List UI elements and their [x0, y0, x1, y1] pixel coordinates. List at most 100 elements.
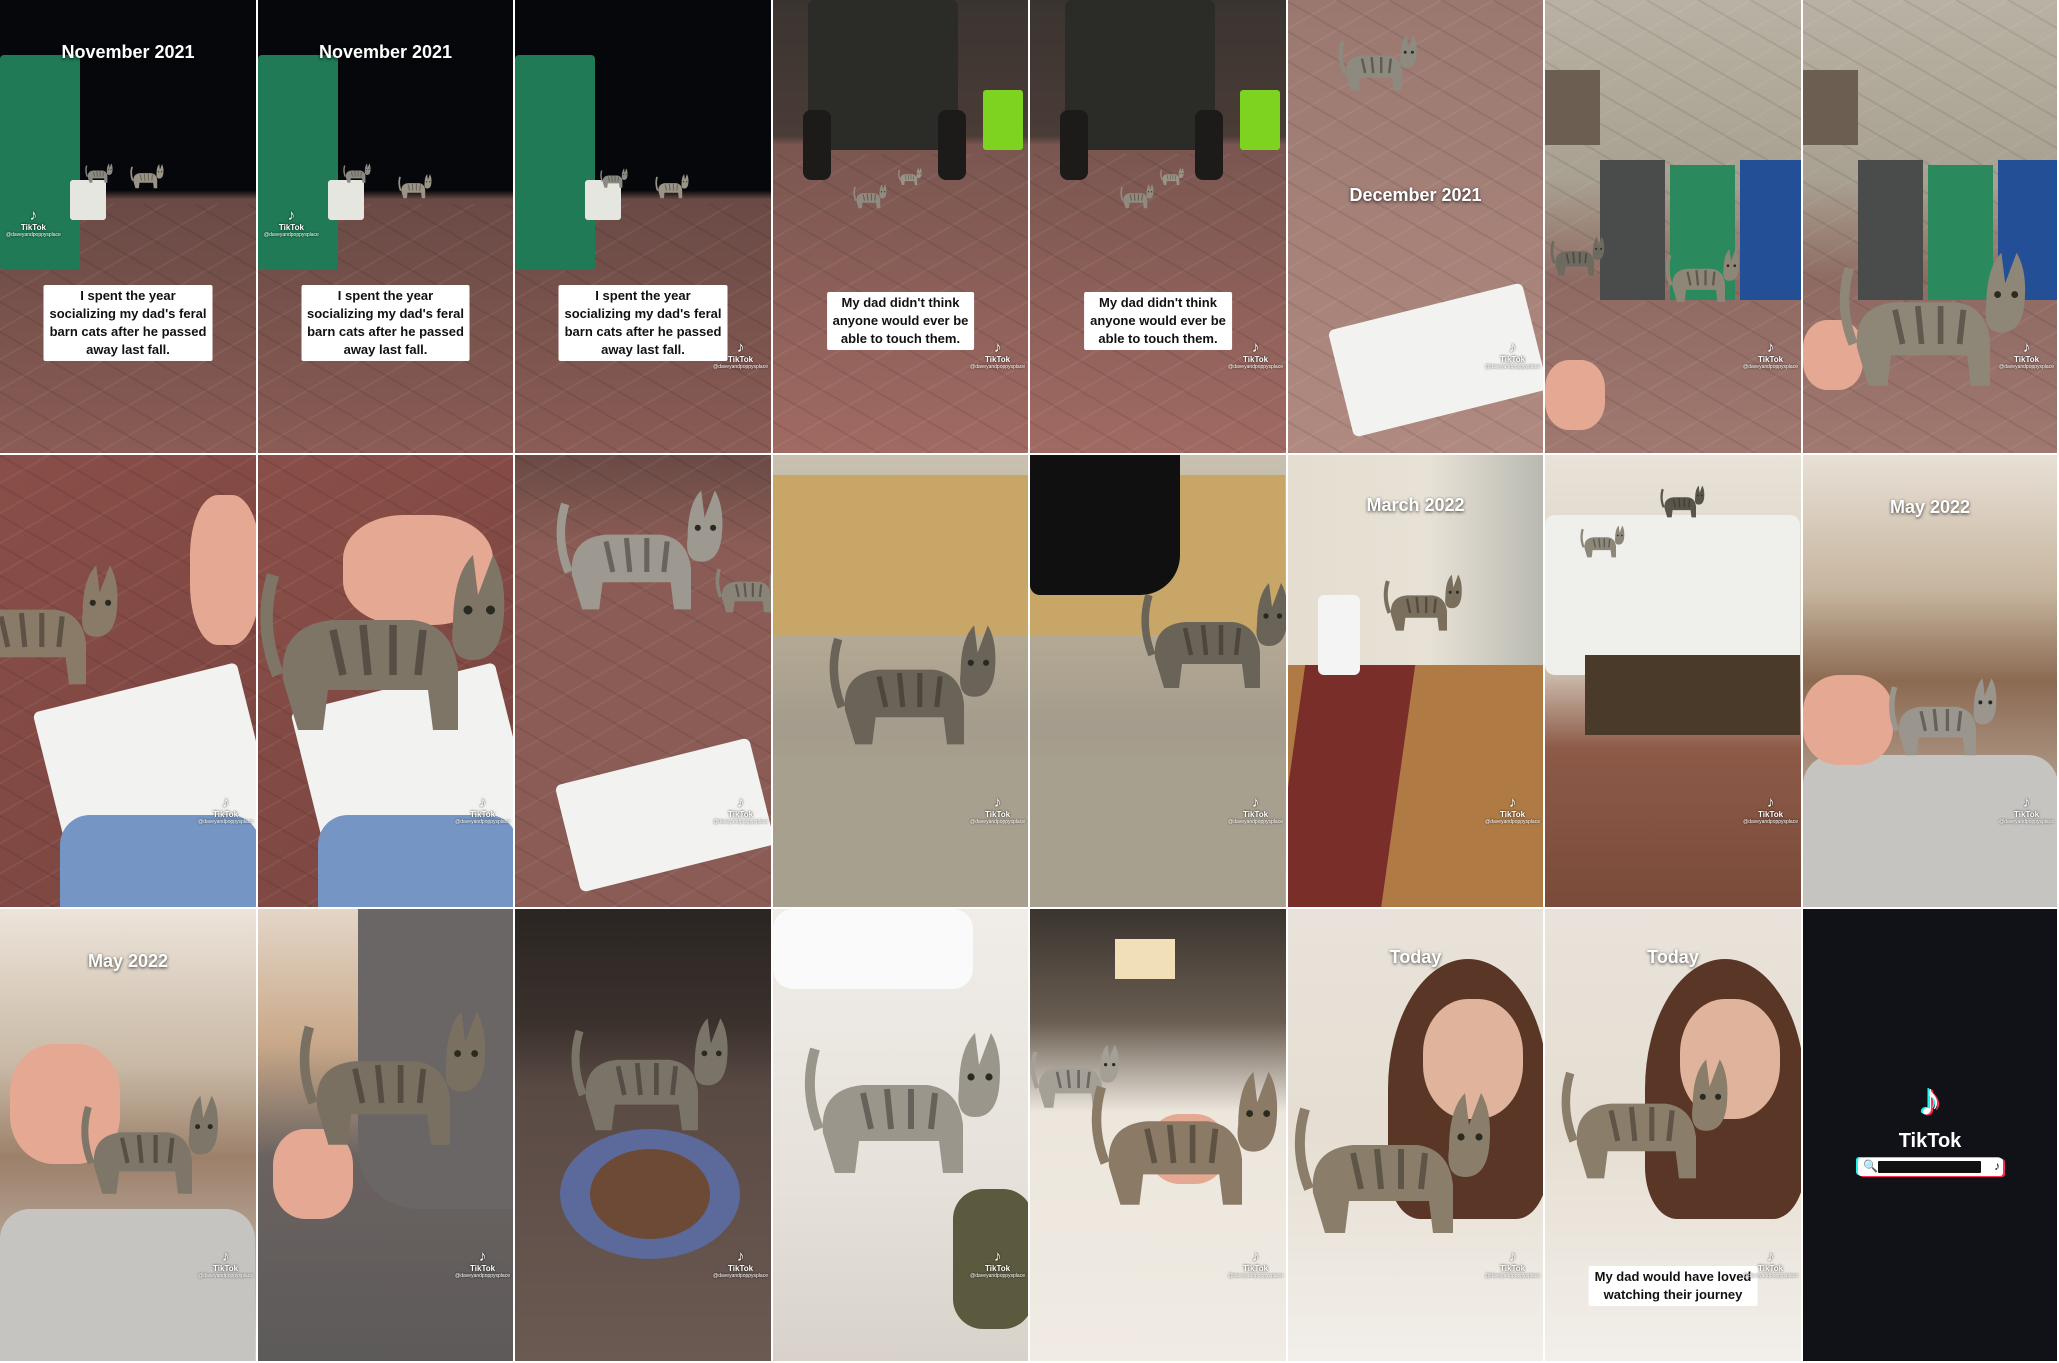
trash-bin	[515, 55, 595, 270]
tiktok-note-icon: ♪	[1994, 1159, 2000, 1173]
tabby-cat	[1838, 230, 2028, 401]
tiktok-wordmark: TikTok	[1243, 810, 1269, 819]
tiktok-watermark: ♪ TikTok @daveyandpoppysplace	[970, 795, 1025, 825]
hand	[1545, 360, 1605, 430]
tiktok-wordmark: TikTok	[1758, 1264, 1784, 1273]
photo-scene	[1288, 455, 1543, 907]
video-frame-5: My dad didn't think anyone would ever be a…	[1030, 0, 1286, 453]
caption-line: socializing my dad's feral	[564, 306, 722, 321]
tiktok-wordmark: TikTok	[728, 355, 754, 364]
tiktok-end-card: ♪ TikTok 🔍 ♪	[1803, 909, 2057, 1361]
tiktok-wordmark: TikTok	[213, 810, 239, 819]
creator-handle: @daveyandpoppysplace	[1743, 364, 1798, 370]
gray-blanket	[0, 1209, 255, 1361]
tiktok-wordmark: TikTok	[1243, 355, 1269, 364]
tiktok-watermark: ♪ TikTok @daveyandpoppysplace	[970, 1249, 1025, 1279]
tabby-cat	[803, 1009, 1003, 1189]
tiktok-wordmark: TikTok	[985, 355, 1011, 364]
caption-line: barn cats after he passed	[307, 324, 464, 339]
date-label: May 2022	[1889, 497, 1971, 517]
tiktok-wordmark: TikTok	[1500, 810, 1526, 819]
tabby-cat	[258, 525, 508, 750]
tiktok-wordmark: TikTok	[470, 1264, 496, 1273]
creator-handle: @daveyandpoppysplace	[1485, 364, 1540, 370]
video-frame-22: Today ♪ TikTok @daveyandpoppysplace	[1288, 909, 1543, 1361]
caption-line: barn cats after he passed	[49, 324, 207, 339]
video-frame-19: ♪ TikTok @daveyandpoppysplace	[515, 909, 771, 1361]
tiktok-note-icon: ♪	[993, 339, 1002, 356]
caption-line: socializing my dad's feral	[49, 306, 207, 321]
tiktok-watermark: ♪ TikTok @daveyandpoppysplace	[713, 1249, 768, 1279]
jeans	[318, 815, 513, 907]
contact-sheet-grid: November 2021 I spent the year socializing…	[0, 0, 2059, 1363]
tabby-cat	[828, 605, 998, 758]
white-pillow	[773, 909, 973, 989]
vehicle-wheel	[1060, 110, 1088, 180]
tiktok-note-icon: ♪	[736, 339, 745, 356]
tiktok-watermark: ♪ TikTok @daveyandpoppysplace	[264, 208, 319, 238]
tabby-cat	[1560, 1039, 1730, 1192]
tiktok-search-bar: 🔍 ♪	[1858, 1158, 2003, 1176]
pet-feeder	[1318, 595, 1360, 675]
tiktok-watermark: ♪ TikTok @daveyandpoppysplace	[1485, 340, 1540, 370]
tiktok-note-icon: ♪	[993, 1248, 1002, 1265]
tiktok-wordmark: TikTok	[985, 810, 1011, 819]
tiktok-note-icon: ♪	[1508, 339, 1517, 356]
concrete-floor	[1030, 755, 1285, 907]
tiktok-watermark: ♪ TikTok @daveyandpoppysplace	[713, 795, 768, 825]
caption-line: away last fall.	[601, 342, 685, 357]
tiktok-note-icon: ♪	[1766, 1248, 1775, 1265]
tiktok-watermark: ♪ TikTok @daveyandpoppysplace	[1743, 340, 1798, 370]
tiktok-wordmark: TikTok	[470, 810, 496, 819]
caption-line: My dad would have loved	[1594, 1269, 1752, 1284]
creator-handle: @daveyandpoppysplace	[970, 1273, 1025, 1279]
photo-scene	[515, 0, 771, 453]
video-frame-16: May 2022 ♪ TikTok @daveyandpoppysplace	[1803, 455, 2057, 907]
tiktok-watermark: ♪ TikTok @daveyandpoppysplace	[1999, 795, 2054, 825]
tiktok-logo: ♪ TikTok	[1803, 1072, 2057, 1153]
tiktok-note-icon: ♪	[29, 207, 38, 224]
video-frame-13: ♪ TikTok @daveyandpoppysplace	[1030, 455, 1286, 907]
video-frame-14: March 2022 ♪ TikTok @daveyandpoppysplace	[1288, 455, 1543, 907]
creator-handle: @daveyandpoppysplace	[1485, 819, 1540, 825]
tiktok-note-icon: ♪	[2022, 339, 2031, 356]
creator-handle: @daveyandpoppysplace	[1228, 819, 1283, 825]
caption-line: able to touch them.	[840, 331, 961, 346]
tiktok-note-icon: ♪	[1251, 339, 1260, 356]
photo-scene	[1030, 0, 1286, 453]
caption-box: I spent the year socializing my dad's fer…	[301, 285, 470, 361]
date-label: November 2021	[61, 42, 195, 62]
tiktok-wordmark: TikTok	[278, 223, 304, 232]
hand	[1803, 675, 1893, 765]
video-frame-15: ♪ TikTok @daveyandpoppysplace	[1545, 455, 1801, 907]
video-frame-18: ♪ TikTok @daveyandpoppysplace	[258, 909, 513, 1361]
tiktok-note-icon: ♪	[1766, 794, 1775, 811]
tiktok-note-icon: ♪	[993, 794, 1002, 811]
creator-handle: @daveyandpoppysplace	[713, 1273, 768, 1279]
tabby-cat	[1660, 480, 1705, 521]
creator-handle: @daveyandpoppysplace	[455, 1273, 510, 1279]
tiktok-watermark: ♪ TikTok @daveyandpoppysplace	[455, 1249, 510, 1279]
tabby-cat	[1293, 1069, 1493, 1249]
tiktok-wordmark: TikTok	[1243, 1264, 1269, 1273]
wood-bench	[1585, 655, 1800, 735]
video-frame-11: ♪ TikTok @daveyandpoppysplace	[515, 455, 771, 907]
tabby-cat	[0, 545, 120, 698]
tiktok-wordmark: TikTok	[2014, 355, 2040, 364]
video-frame-17: May 2022 ♪ TikTok @daveyandpoppysplace	[0, 909, 256, 1361]
tiktok-note-icon: ♪	[736, 1248, 745, 1265]
tabby-cat	[1550, 230, 1605, 280]
tiktok-watermark: ♪ TikTok @daveyandpoppysplace	[1743, 1249, 1798, 1279]
tiktok-note-icon: ♪	[221, 794, 230, 811]
tiktok-watermark: ♪ TikTok @daveyandpoppysplace	[198, 795, 253, 825]
tiktok-note-icon: ♪	[736, 794, 745, 811]
tiktok-wordmark: TikTok	[985, 1264, 1011, 1273]
gray-blanket	[1803, 755, 2057, 907]
video-frame-4: My dad didn't think anyone would ever be a…	[773, 0, 1028, 453]
tiktok-watermark: ♪ TikTok @daveyandpoppysplace	[1228, 340, 1283, 370]
tabby-cat	[130, 160, 164, 191]
date-label: December 2021	[1349, 185, 1482, 205]
tabby-cat	[853, 180, 887, 211]
caption-line: My dad didn't think	[841, 295, 960, 310]
scratch-pad	[590, 1149, 710, 1239]
